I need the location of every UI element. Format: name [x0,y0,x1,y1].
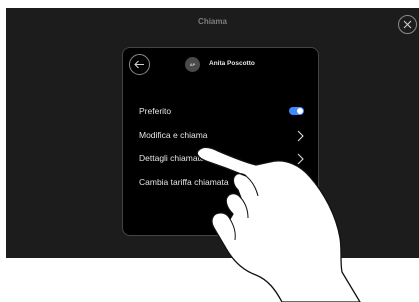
pointing-hand-illustration [196,146,361,302]
